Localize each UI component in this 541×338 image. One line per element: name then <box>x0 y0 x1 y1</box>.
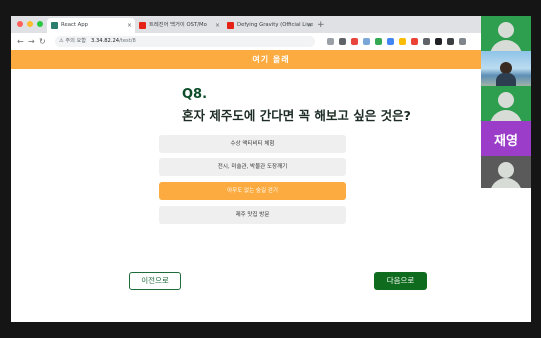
warning-triangle-icon: ⚠ <box>59 38 64 44</box>
participant-name-tile[interactable]: 재영 <box>481 121 531 156</box>
participant-tile[interactable] <box>481 156 531 188</box>
url-host: 3.34.82.24 <box>91 38 120 44</box>
avatar-body-icon <box>490 110 522 121</box>
address-bar[interactable]: ⚠ 주의 요함 3.34.82.24/test/8 <box>55 36 315 47</box>
answer-option-4[interactable]: 제주 맛집 방문 <box>159 206 346 224</box>
close-tab-icon[interactable]: × <box>127 18 132 33</box>
url-path: /test/8 <box>119 38 136 44</box>
tab-title: Defying Gravity (Official Live <box>237 22 314 28</box>
tab-youtube-ost[interactable]: 트레진어 백거이 OST/Mo × <box>135 18 223 33</box>
participant-name: 재영 <box>494 134 518 149</box>
participant-tile[interactable] <box>481 16 531 51</box>
participant-video-tile[interactable] <box>481 51 531 86</box>
avatar-body-icon <box>490 178 522 188</box>
extension-icon[interactable] <box>447 38 454 45</box>
app-header: 여기 올래 <box>11 50 531 69</box>
security-warning-label[interactable]: ⚠ 주의 요함 <box>59 36 86 47</box>
app-title: 여기 올래 <box>252 55 290 64</box>
extension-icon[interactable] <box>351 38 358 45</box>
extension-icon[interactable] <box>459 38 466 45</box>
extension-icon[interactable] <box>411 38 418 45</box>
forward-arrow-icon[interactable]: → <box>28 35 35 48</box>
new-tab-icon[interactable]: + <box>317 18 325 32</box>
tab-title: React App <box>61 22 88 28</box>
previous-button[interactable]: 이전으로 <box>129 272 181 290</box>
extension-icon[interactable] <box>327 38 334 45</box>
extension-icon[interactable] <box>423 38 430 45</box>
tab-defying-gravity[interactable]: Defying Gravity (Official Live × <box>223 18 315 33</box>
back-arrow-icon[interactable]: ← <box>17 35 24 48</box>
window-controls <box>17 21 43 27</box>
browser-toolbar: ← → ↻ ⚠ 주의 요함 3.34.82.24/test/8 <box>11 33 531 51</box>
extension-icon[interactable] <box>339 38 346 45</box>
close-tab-icon[interactable]: × <box>307 18 312 33</box>
extension-icon[interactable] <box>363 38 370 45</box>
answer-option-1[interactable]: 수상 액티비티 체험 <box>159 135 346 153</box>
avatar-icon <box>498 22 514 38</box>
close-window-button[interactable] <box>17 21 23 27</box>
youtube-favicon-icon <box>139 22 146 29</box>
avatar-icon <box>498 162 514 178</box>
tab-react-app[interactable]: React App × <box>47 18 135 33</box>
question-number: Q8. <box>182 87 208 102</box>
question-text: 혼자 제주도에 간다면 꼭 해보고 싶은 것은? <box>182 108 411 123</box>
react-app-favicon-icon <box>51 22 58 29</box>
extension-icon[interactable] <box>399 38 406 45</box>
tab-strip: React App × 트레진어 백거이 OST/Mo × Defying Gr… <box>11 16 531 33</box>
close-tab-icon[interactable]: × <box>215 18 220 33</box>
url-text: 3.34.82.24/test/8 <box>91 36 136 47</box>
tab-title: 트레진어 백거이 OST/Mo <box>149 22 207 28</box>
participant-body <box>496 73 516 86</box>
minimize-window-button[interactable] <box>27 21 33 27</box>
avatar-body-icon <box>490 40 522 51</box>
avatar-icon <box>498 92 514 108</box>
extension-icon[interactable] <box>375 38 382 45</box>
answer-option-3-selected[interactable]: 아무도 없는 숲길 걷기 <box>159 182 346 200</box>
web-page: 여기 올래 Q8. 혼자 제주도에 간다면 꼭 해보고 싶은 것은? 수상 액티… <box>11 50 531 322</box>
extension-icon[interactable] <box>435 38 442 45</box>
extension-icon[interactable] <box>387 38 394 45</box>
maximize-window-button[interactable] <box>37 21 43 27</box>
video-call-panel: 재영 <box>481 16 531 188</box>
youtube-favicon-icon <box>227 22 234 29</box>
next-button[interactable]: 다음으로 <box>374 272 427 290</box>
answer-option-2[interactable]: 전시, 미술관, 박물관 도장깨기 <box>159 158 346 176</box>
participant-tile[interactable] <box>481 86 531 121</box>
browser-window: React App × 트레진어 백거이 OST/Mo × Defying Gr… <box>11 16 531 322</box>
desktop-background: React App × 트레진어 백거이 OST/Mo × Defying Gr… <box>0 0 541 338</box>
security-label-text: 주의 요함 <box>65 38 87 44</box>
reload-icon[interactable]: ↻ <box>39 35 46 48</box>
